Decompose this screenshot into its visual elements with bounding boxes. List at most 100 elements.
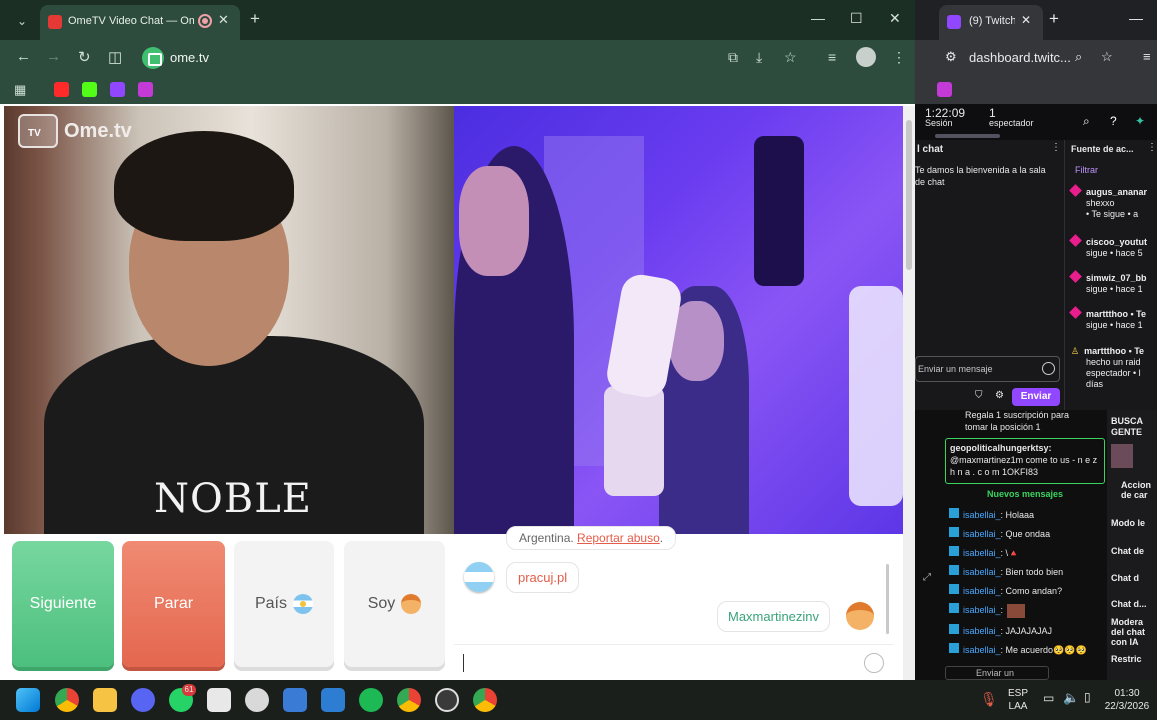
report-abuse-link[interactable]: Reportar abuso: [577, 531, 660, 545]
close-window-icon[interactable]: ✕: [889, 10, 901, 27]
text-chat-panel: Argentina. Reportar abuso. pracuj.pl Max…: [454, 526, 894, 680]
volume-icon[interactable]: 🔈: [1063, 690, 1079, 706]
chat-scrollbar[interactable]: [886, 564, 889, 634]
bookmark-star-icon[interactable]: ☆: [784, 49, 797, 66]
tab-search-chevron-icon[interactable]: ⌄: [12, 11, 32, 31]
language-indicator[interactable]: ESP LAA: [1006, 687, 1030, 713]
profile-avatar[interactable]: [856, 47, 876, 67]
remote-camera-video: [454, 106, 903, 534]
menu-kebab-icon[interactable]: ⋮: [892, 49, 906, 66]
minimize-icon[interactable]: —: [1129, 10, 1143, 26]
user-badge-icon: [949, 565, 959, 575]
feed-kebab-icon[interactable]: ⋮: [1147, 142, 1157, 153]
site-info-icon[interactable]: [142, 47, 164, 69]
new-tab-icon[interactable]: +: [250, 9, 260, 29]
local-person-hair: [114, 131, 294, 241]
clock-icon[interactable]: [245, 688, 269, 712]
back-icon[interactable]: ←: [16, 48, 31, 65]
close-tab-icon[interactable]: ✕: [218, 12, 229, 28]
heart-icon: [1069, 234, 1082, 247]
calculator-icon[interactable]: [283, 688, 307, 712]
gender-button[interactable]: Soy: [344, 541, 445, 667]
split-view-icon[interactable]: ◫: [108, 48, 122, 66]
spotify-icon[interactable]: [359, 688, 383, 712]
ring-light: [849, 286, 903, 506]
battery-icon[interactable]: ▯: [1084, 690, 1091, 704]
site-settings-icon[interactable]: ⚙: [945, 49, 957, 65]
url-field[interactable]: ome.tv: [140, 45, 238, 71]
viewer-label: espectador: [989, 118, 1034, 128]
filter-link[interactable]: Filtrar: [1075, 165, 1098, 175]
maximize-icon[interactable]: ☐: [850, 10, 863, 27]
scrollbar-thumb[interactable]: [906, 120, 912, 270]
tab-ometv[interactable]: OmeTV Video Chat — Ome ✕: [40, 5, 240, 40]
stranger-flag-avatar: [464, 562, 494, 592]
discord-icon[interactable]: [131, 688, 155, 712]
new-messages-divider: Nuevos mensajes: [986, 489, 1064, 499]
right-url-text[interactable]: dashboard.twitc...: [969, 50, 1071, 65]
session-label: Sesión: [925, 118, 953, 128]
forward-icon[interactable]: →: [46, 48, 61, 65]
user-badge-icon: [949, 508, 959, 518]
bookmark-star-icon[interactable]: ☆: [1101, 49, 1113, 65]
feed-item: ciscoo_youtut sigue • hace 5: [1069, 234, 1157, 259]
file-explorer-icon[interactable]: [93, 688, 117, 712]
country-button[interactable]: País: [234, 541, 334, 667]
system-message: Argentina. Reportar abuso.: [506, 526, 677, 550]
next-button-label: Siguiente: [29, 595, 97, 612]
apps-grid-icon[interactable]: ▦: [14, 82, 26, 98]
next-button[interactable]: Siguiente: [12, 541, 114, 667]
snipping-tool-icon[interactable]: [207, 688, 231, 712]
stop-button[interactable]: Parar: [122, 541, 225, 667]
microphone-icon[interactable]: 🎙: [980, 691, 998, 708]
chat-kebab-icon[interactable]: ⋮: [1051, 142, 1061, 153]
search-icon[interactable]: ⌕: [1083, 114, 1090, 129]
chrome-profile-2-icon[interactable]: [473, 688, 497, 712]
media-controls-icon[interactable]: ≡: [1143, 49, 1151, 64]
media-controls-icon[interactable]: ≡: [828, 49, 836, 65]
minimize-icon[interactable]: —: [811, 10, 825, 26]
shield-icon[interactable]: ⛉: [975, 390, 983, 401]
twitch-message-input[interactable]: Enviar un mensaje: [915, 356, 1060, 382]
chrome-icon[interactable]: [55, 688, 79, 712]
m-bookmark-icon[interactable]: [937, 82, 952, 97]
feed-item: simwiz_07_bb sigue • hace 1: [1069, 270, 1157, 295]
chat-settings-icon[interactable]: ⚙: [995, 390, 1004, 401]
kick-bookmark-icon[interactable]: [82, 82, 97, 97]
install-app-icon[interactable]: ⤓: [756, 49, 762, 66]
new-tab-icon[interactable]: +: [1049, 9, 1059, 29]
mic-stand: [604, 386, 664, 496]
chat-line: isabellai_: Que ondaa: [949, 527, 1050, 539]
page-scrollbar[interactable]: [903, 106, 915, 680]
close-tab-icon[interactable]: ✕: [1021, 13, 1031, 27]
emoji-picker-icon[interactable]: [864, 653, 884, 673]
zoom-icon[interactable]: ⌕: [1075, 49, 1082, 65]
mod-actions-panel: BUSCA GENTE Accion de car Modo le Chat d…: [1107, 410, 1157, 680]
local-camera-video: NOBLE TV Ome.tv: [4, 106, 454, 534]
reload-icon[interactable]: ↻: [78, 48, 91, 66]
clock-tray[interactable]: 01:30 22/3/2026: [1100, 687, 1154, 713]
stats-scrollbar[interactable]: [935, 134, 1000, 138]
obs-chat-dock: Regala 1 suscripción para tomar la posic…: [915, 410, 1107, 680]
gender-button-label: Soy: [367, 595, 396, 612]
notepad-icon[interactable]: [321, 688, 345, 712]
help-icon[interactable]: ?: [1110, 114, 1117, 128]
right-bookmarks-bar: [915, 76, 1157, 104]
prime-icon[interactable]: ✦: [1135, 114, 1145, 128]
chrome-profile-icon[interactable]: [397, 688, 421, 712]
obs-icon[interactable]: [435, 688, 459, 712]
translate-icon[interactable]: ⧉: [728, 49, 738, 66]
network-icon[interactable]: ▭: [1043, 691, 1054, 705]
tab-bar: ⌄ OmeTV Video Chat — Ome ✕ + — ☐ ✕: [0, 0, 915, 40]
address-bar: ← → ↻ ◫ ome.tv ⧉ ⤓ ☆ ≡ ⋮: [0, 40, 915, 76]
send-button[interactable]: Enviar: [1012, 388, 1060, 406]
youtube-bookmark-icon[interactable]: [54, 82, 69, 97]
chat-message-input[interactable]: [454, 644, 894, 680]
start-menu-icon[interactable]: [16, 688, 40, 712]
obs-chat-input[interactable]: Enviar un: [945, 666, 1049, 680]
m-bookmark-icon[interactable]: [138, 82, 153, 97]
tab-twitch[interactable]: (9) Twitch ✕: [939, 5, 1043, 40]
popout-icon[interactable]: ⤢: [923, 572, 931, 583]
twitch-bookmark-icon[interactable]: [110, 82, 125, 97]
emote-icon[interactable]: [1042, 362, 1055, 375]
